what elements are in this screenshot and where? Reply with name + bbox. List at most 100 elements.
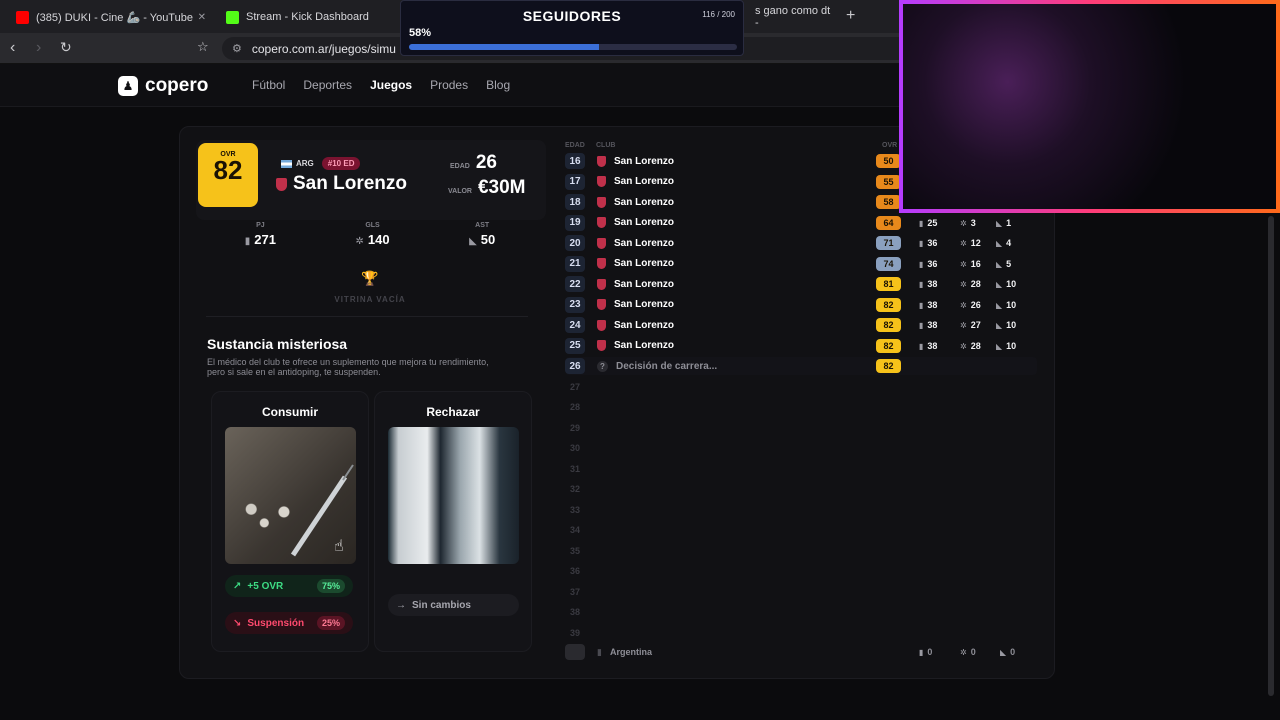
nav-juegos[interactable]: Juegos [370, 78, 412, 92]
row-age: 30 [569, 443, 580, 453]
national-ast: ◣ 0 [1000, 647, 1015, 657]
boot-icon: ◣ [996, 218, 1003, 228]
copero-logo[interactable]: ♟ copero [118, 75, 208, 97]
stat-label: AST [475, 222, 490, 229]
nav-prodes[interactable]: Prodes [430, 78, 468, 92]
row-club: San Lorenzo [597, 237, 674, 249]
empty-career-row: 32 [565, 480, 1037, 498]
ball-icon: ✲ [960, 239, 967, 248]
row-ast: ◣ 10 [996, 300, 1016, 310]
row-pj: ▮ 25 [919, 218, 937, 228]
row-age: 25 [565, 337, 585, 354]
empty-career-row: 31 [565, 460, 1037, 478]
row-age: 34 [569, 525, 580, 535]
consume-option[interactable]: Consumir ↗ +5 OVR 75% ↘ Suspensión 25% [211, 391, 369, 652]
career-row[interactable]: 24 San Lorenzo 82 ▮ 38 ✲ 27 ◣ 10 [565, 316, 1037, 334]
nav-futbol[interactable]: Fútbol [252, 78, 285, 92]
empty-career-row: 30 [565, 439, 1037, 457]
row-age: 35 [569, 545, 580, 556]
hand-cursor-icon: ☝ [334, 538, 344, 555]
shirt-icon: ▮ [244, 236, 251, 247]
career-row[interactable]: 25 San Lorenzo 82 ▮ 38 ✲ 28 ◣ 10 [565, 337, 1037, 355]
row-age: 32 [569, 484, 580, 494]
row-age: 16 [565, 153, 585, 169]
reject-option[interactable]: Rechazar → Sin cambios [374, 391, 532, 652]
scrollbar[interactable] [1268, 216, 1274, 696]
argentina-flag-icon [281, 159, 292, 168]
shirt-icon: ▮ [919, 239, 924, 248]
row-ast: ◣ 10 [996, 320, 1016, 330]
club-name: San Lorenzo [293, 173, 408, 194]
new-tab-button[interactable]: + [846, 7, 855, 25]
career-row[interactable]: 21 San Lorenzo 74 ▮ 36 ✲ 16 ◣ 5 [565, 255, 1037, 273]
row-ovr: 81 [876, 277, 901, 291]
consume-label: Consumir [261, 405, 318, 419]
tab-copero[interactable]: s gano como dt - [745, 4, 841, 30]
bad-outcome-text: Suspensión [247, 617, 305, 629]
row-ovr: 64 [876, 215, 901, 230]
main-nav: Fútbol Deportes Juegos Prodes Blog [252, 78, 510, 92]
row-ast-value: 10 [1006, 299, 1017, 310]
row-pj-value: 36 [927, 238, 938, 248]
header-ovr: OVR [882, 142, 898, 149]
edition-badge: #10 ED [321, 157, 361, 170]
club-crest-icon [597, 196, 606, 208]
row-club: San Lorenzo [597, 319, 674, 331]
row-ovr: 82 [876, 359, 901, 373]
club-crest-icon [597, 299, 606, 310]
close-icon[interactable]: ✕ [198, 12, 206, 23]
row-pj-value: 25 [927, 217, 938, 228]
shirt-icon: ▮ [919, 218, 924, 228]
career-row[interactable]: 23 San Lorenzo 82 ▮ 38 ✲ 26 ◣ 10 [565, 296, 1037, 314]
url-text: copero.com.ar/juegos/simu [251, 41, 396, 56]
ovr-value: 82 [213, 155, 243, 185]
stat-value: 140 [367, 232, 390, 247]
row-gls: ✲ 3 [960, 218, 976, 228]
row-gls-value: 26 [970, 299, 981, 310]
pending-career-row[interactable]: 26? Decisión de carrera... 82 [565, 357, 1037, 375]
nav-deportes[interactable]: Deportes [303, 78, 352, 92]
forward-icon[interactable]: › [36, 39, 41, 57]
career-row[interactable]: 22 San Lorenzo 81 ▮ 38 ✲ 28 ◣ 10 [565, 275, 1037, 293]
boot-icon: ◣ [996, 239, 1003, 248]
header-club: CLUB [596, 142, 616, 149]
shirt-icon: ▮ [919, 280, 924, 289]
tab-youtube[interactable]: (385) DUKI - Cine 🦾 - YouTube ✕ [6, 4, 212, 30]
row-gls-value: 27 [970, 320, 981, 330]
row-age: 26 [565, 358, 585, 374]
row-club: San Lorenzo [597, 176, 674, 187]
row-gls: ✲ 26 [960, 300, 981, 310]
youtube-icon [16, 10, 29, 24]
career-row[interactable]: 19 San Lorenzo 64 ▮ 25 ✲ 3 ◣ 1 [565, 214, 1037, 232]
site-info-icon[interactable]: ⚙ [232, 42, 242, 55]
player-club: San Lorenzo [276, 173, 407, 195]
boot-icon: ◣ [996, 259, 1003, 269]
empty-career-row: 29 [565, 419, 1037, 437]
row-club: San Lorenzo [597, 278, 674, 290]
back-icon[interactable]: ‹ [10, 39, 15, 57]
row-ovr: 50 [876, 154, 901, 168]
stat-goals: GLS ✲ 140 [355, 222, 389, 247]
club-crest-icon [597, 176, 606, 187]
reload-icon[interactable]: ↻ [60, 39, 72, 56]
ball-icon: ✲ [960, 321, 967, 330]
empty-career-row: 33 [565, 501, 1037, 519]
row-ovr: 55 [876, 174, 901, 189]
row-gls: ✲ 28 [960, 341, 981, 351]
row-club-name: San Lorenzo [614, 340, 675, 351]
bookmark-icon[interactable]: ☆ [197, 39, 209, 55]
tab-kick[interactable]: Stream - Kick Dashboard [216, 4, 400, 30]
nav-blog[interactable]: Blog [486, 78, 510, 92]
row-club: San Lorenzo [597, 340, 674, 351]
row-club: San Lorenzo [597, 299, 674, 310]
row-ast: ◣ 4 [996, 238, 1011, 248]
row-ovr: 74 [876, 256, 901, 271]
row-pj: ▮ 38 [919, 341, 937, 351]
career-row[interactable]: 20 San Lorenzo 71 ▮ 36 ✲ 12 ◣ 4 [565, 234, 1037, 252]
shirt-icon: ▮ [919, 321, 924, 330]
row-club: San Lorenzo [597, 196, 674, 208]
webcam-feed [903, 4, 1276, 209]
row-pj-value: 38 [927, 279, 938, 289]
overlay-count: 116 / 200 [702, 10, 735, 19]
national-team: ▮ Argentina [597, 647, 652, 658]
